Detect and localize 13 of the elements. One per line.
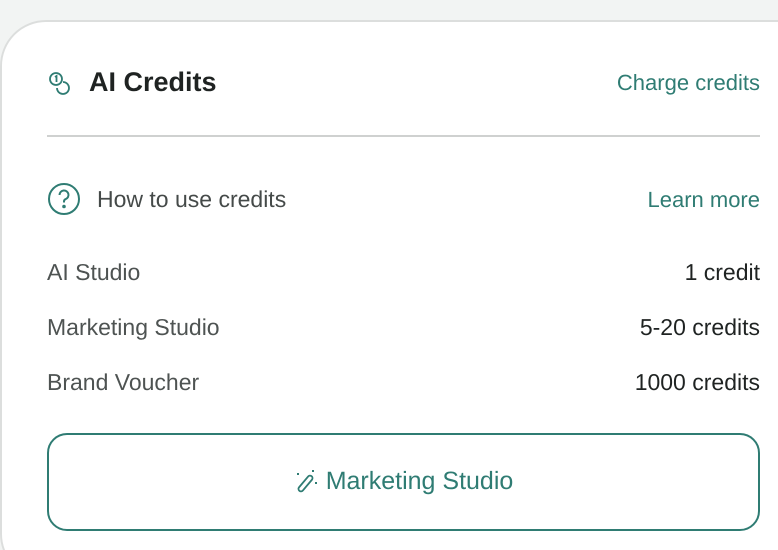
feature-name: Brand Voucher (47, 368, 200, 398)
help-icon (47, 182, 81, 216)
learn-more-link[interactable]: Learn more (647, 182, 760, 216)
feature-name: Marketing Studio (47, 313, 220, 342)
credit-cost: 1000 credits (634, 368, 760, 398)
help-label: How to use credits (97, 184, 286, 214)
coins-icon (47, 70, 73, 96)
credit-cost: 1 credit (684, 258, 760, 288)
feature-name: AI Studio (47, 258, 140, 288)
marketing-studio-button[interactable]: Marketing Studio (47, 433, 760, 531)
credit-cost: 5-20 credits (640, 313, 760, 342)
charge-credits-link[interactable]: Charge credits (616, 66, 760, 99)
card-title: AI Credits (89, 66, 217, 100)
